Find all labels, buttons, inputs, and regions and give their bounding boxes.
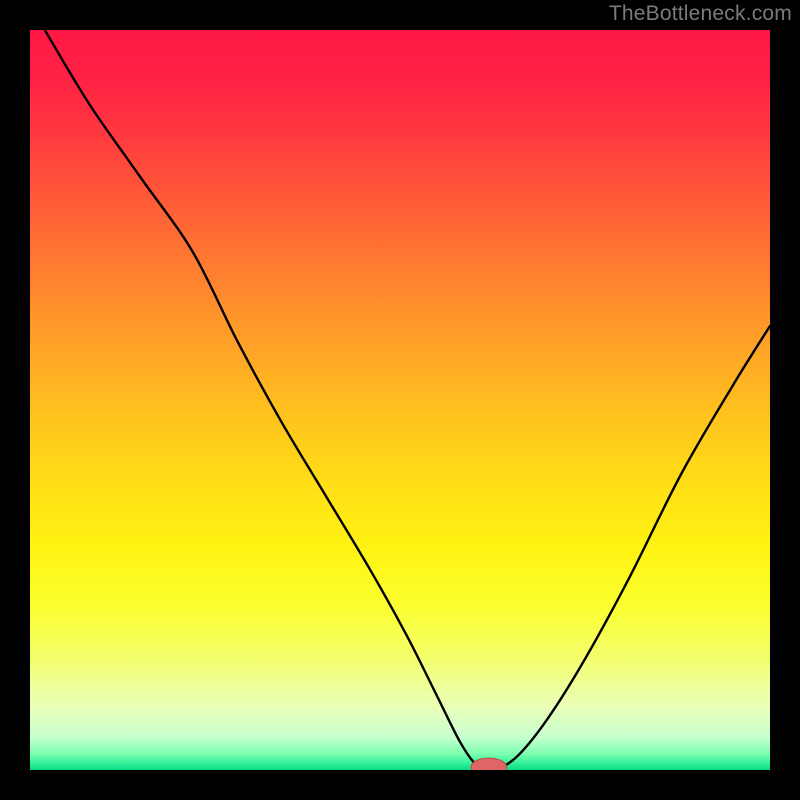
gradient-background	[30, 30, 770, 770]
plot-area	[30, 30, 770, 770]
chart-svg	[30, 30, 770, 770]
chart-frame: TheBottleneck.com	[0, 0, 800, 800]
watermark-text: TheBottleneck.com	[609, 2, 792, 26]
